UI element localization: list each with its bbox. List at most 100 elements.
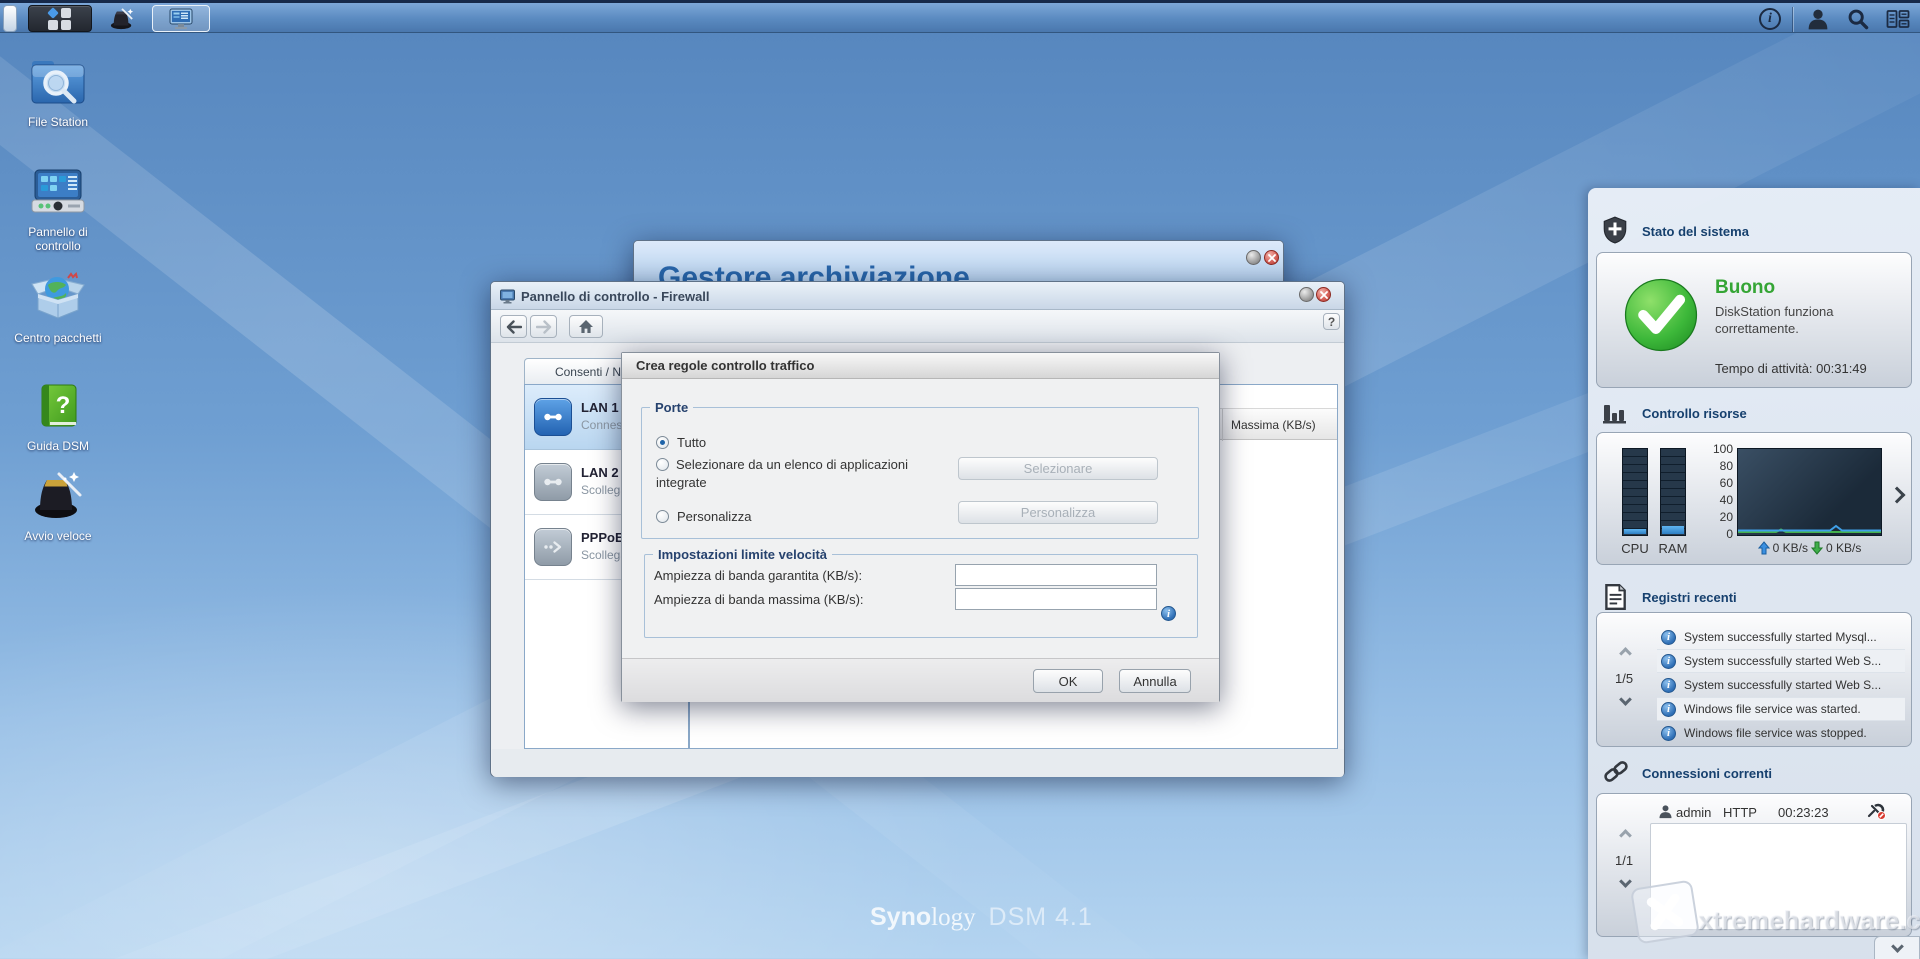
- back-button[interactable]: [500, 315, 527, 338]
- lan-link-icon: [544, 478, 562, 486]
- brand-name-bold: Syno: [870, 903, 932, 931]
- monitor-icon: [169, 8, 193, 29]
- select-apps-button[interactable]: Selezionare: [958, 457, 1158, 480]
- info-icon: i: [1661, 677, 1676, 693]
- dsm-branding: Synology DSM 4.1: [870, 903, 1093, 932]
- desktop-icon-file-station[interactable]: File Station: [6, 58, 110, 129]
- taskbar-separator: [1792, 7, 1793, 32]
- desktop-icon-dsm-help[interactable]: ? Guida DSM: [6, 382, 110, 453]
- desktop-icon-quick-start[interactable]: Avvio veloce: [6, 470, 110, 543]
- main-menu-button[interactable]: [28, 5, 92, 32]
- radio-all-ports-label: Tutto: [677, 435, 707, 450]
- traffic-rule-dialog: Crea regole controllo traffico Porte Tut…: [621, 352, 1220, 702]
- chain-link-icon: [1604, 761, 1628, 782]
- adapter-name: LAN 2: [581, 465, 619, 480]
- info-icon: i: [1661, 629, 1676, 645]
- taskbar-app-active-window[interactable]: [152, 5, 210, 32]
- info-icon: i: [1661, 701, 1676, 717]
- adapter-name: PPPoE: [581, 530, 624, 545]
- radio-all-ports[interactable]: [656, 436, 669, 449]
- widget-panel: Stato del sistema Buono DiskStation funz…: [1588, 188, 1920, 959]
- forward-button[interactable]: [530, 315, 557, 338]
- widget-panel-collapse-button[interactable]: [1874, 936, 1920, 959]
- upload-rate: 0 KB/s: [1772, 541, 1808, 555]
- disconnect-button[interactable]: [1866, 802, 1886, 825]
- desktop-icon-control-panel[interactable]: Pannello di controllo: [6, 168, 110, 253]
- connection-protocol: HTTP: [1723, 805, 1757, 820]
- log-item: i System successfully started Web S...: [1657, 673, 1905, 697]
- help-button[interactable]: ?: [1323, 313, 1340, 330]
- show-desktop-button[interactable]: [3, 5, 17, 32]
- max-bandwidth-input[interactable]: [955, 588, 1157, 610]
- expand-resources-chevron[interactable]: [1888, 486, 1906, 504]
- info-icon: i: [1661, 653, 1676, 669]
- guaranteed-bandwidth-input[interactable]: [955, 564, 1157, 586]
- y-tick: 40: [1719, 493, 1733, 507]
- desktop-icon-label: File Station: [27, 115, 89, 129]
- close-button[interactable]: [1264, 250, 1279, 265]
- guaranteed-bandwidth-label: Ampiezza di banda garantita (KB/s):: [654, 568, 863, 583]
- logs-page-up[interactable]: [1619, 647, 1632, 660]
- ports-legend: Porte: [655, 400, 689, 415]
- upload-arrow-icon: [1757, 541, 1770, 555]
- desktop-icon-package-center[interactable]: Centro pacchetti: [6, 272, 110, 345]
- help-icon: ?: [1327, 314, 1336, 329]
- radio-custom[interactable]: [656, 510, 669, 523]
- desktop-icon-label: Guida DSM: [26, 439, 90, 453]
- dialog-titlebar[interactable]: Crea regole controllo traffico: [622, 353, 1219, 379]
- log-item: i Windows file service was started.: [1657, 697, 1905, 721]
- taskbar-app-quick-start[interactable]: [100, 5, 144, 32]
- svg-text:?: ?: [56, 392, 71, 419]
- connections-page-up[interactable]: [1619, 829, 1632, 842]
- download-arrow-icon: [1811, 541, 1823, 555]
- ok-button[interactable]: OK: [1033, 669, 1103, 693]
- home-icon: [579, 320, 593, 333]
- connections-page-down[interactable]: [1619, 875, 1632, 888]
- status-ok-icon: [1624, 278, 1698, 352]
- logs-page-down[interactable]: [1619, 693, 1632, 706]
- minimize-button[interactable]: [1299, 287, 1314, 302]
- column-header-max-kbs[interactable]: Massima (KB/s): [1222, 409, 1337, 441]
- desktop-icon-label: Pannello di controllo: [28, 225, 88, 253]
- dialog-title: Crea regole controllo traffico: [636, 358, 815, 373]
- system-health-button[interactable]: i: [1755, 5, 1785, 32]
- firewall-titlebar[interactable]: Pannello di controllo - Firewall: [491, 282, 1344, 310]
- firewall-window-title: Pannello di controllo - Firewall: [521, 289, 710, 304]
- watermark-logo: [1630, 879, 1700, 945]
- pilot-view-button[interactable]: [1880, 5, 1916, 32]
- y-tick: 0: [1726, 527, 1733, 541]
- minimize-button[interactable]: [1246, 250, 1261, 265]
- current-connections-title: Connessioni correnti: [1642, 766, 1773, 781]
- cancel-button[interactable]: Annulla: [1119, 669, 1191, 693]
- taskbar: i: [0, 0, 1920, 33]
- radio-app-list-row: Selezionare da un elenco di applicazioni…: [656, 456, 956, 492]
- max-bandwidth-label: Ampiezza di banda massima (KB/s):: [654, 592, 864, 607]
- desktop-icon-label: Avvio veloce: [24, 529, 92, 543]
- monitor-icon: [500, 289, 515, 304]
- bandwidth-info-icon: i: [1161, 606, 1176, 621]
- y-tick: 100: [1712, 442, 1733, 456]
- search-button[interactable]: [1840, 5, 1876, 32]
- info-icon: i: [1759, 7, 1781, 30]
- log-document-icon: [1605, 583, 1626, 611]
- dsm-help-icon: ?: [41, 384, 77, 427]
- watermark-text: xtremehardware.com: [1698, 905, 1920, 935]
- connection-time: 00:23:23: [1778, 805, 1829, 820]
- home-button[interactable]: [569, 315, 603, 338]
- cpu-label: CPU: [1621, 541, 1649, 556]
- file-station-icon: [31, 61, 85, 104]
- radio-app-list[interactable]: [656, 458, 669, 471]
- window-bottom-strip: [492, 749, 1344, 777]
- customize-button[interactable]: Personalizza: [958, 501, 1158, 524]
- search-icon: [1848, 9, 1869, 29]
- log-item: i Windows file service was stopped.: [1657, 721, 1905, 745]
- user-menu-button[interactable]: [1800, 5, 1836, 32]
- close-button[interactable]: [1316, 287, 1331, 302]
- bar-chart-icon: [1603, 405, 1626, 424]
- package-center-icon: [31, 272, 85, 319]
- resource-monitor-title: Controllo risorse: [1642, 406, 1747, 421]
- connections-page-indicator: 1/1: [1615, 853, 1634, 868]
- adapter-name: LAN 1: [581, 400, 619, 415]
- magic-hat-icon: [35, 472, 82, 518]
- info-icon: i: [1661, 725, 1676, 741]
